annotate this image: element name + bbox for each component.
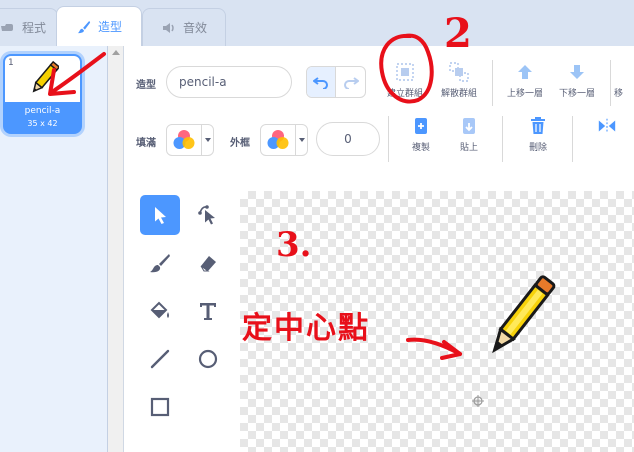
costume-list: 1 pencil-a 35 x 42 [0,46,108,452]
tool-palette [124,181,240,452]
brush-tool-icon [150,254,170,273]
delete-label: 刪除 [528,143,547,153]
reshape-icon [198,205,215,225]
tab-costumes[interactable]: 造型 [56,6,142,46]
costume-card-pencil-a[interactable]: 1 pencil-a 35 x 42 [3,54,82,134]
backward-button[interactable]: 下移一層 [552,62,602,106]
outline-width-input[interactable] [316,122,380,156]
circle-icon [198,349,218,369]
toolbar-divider [388,116,389,162]
toolbar-divider [502,116,503,162]
rectangle-tool-button[interactable] [140,387,180,427]
costume-name: pencil-a [24,106,61,116]
circle-tool-button[interactable] [188,339,228,379]
outline-color-button[interactable] [260,124,308,156]
paint-editor: 造型 建立群組 解散群組 上移一層 [124,46,634,452]
outline-color-swatch [261,125,295,155]
annotation-step-3: 3. [276,225,312,265]
text-tool-button[interactable] [188,291,228,331]
arrow-down-icon [567,62,587,82]
ungroup-button[interactable]: 解散群組 [434,62,484,106]
pencil-thumbnail-icon [32,60,59,93]
tab-sounds-label: 音效 [182,21,207,35]
undo-icon [313,77,328,89]
costume-label: 造型 [136,80,156,91]
forward-label: 上移一層 [506,89,543,99]
copy-label: 複製 [411,143,430,153]
brush-icon [77,20,91,33]
tab-code-label: 程式 [21,21,46,35]
select-tool-button[interactable] [140,195,180,235]
copy-icon [411,116,431,136]
costume-index: 1 [8,58,14,68]
ungroup-icon [449,62,469,82]
toolbar-row-top: 造型 建立群組 解散群組 上移一層 [124,46,634,112]
eraser-tool-button[interactable] [188,243,228,283]
front-button[interactable]: 移 [614,62,634,106]
center-point-icon [472,395,484,407]
scroll-up-icon[interactable] [112,50,120,55]
paint-bucket-icon [150,301,169,319]
paste-button[interactable]: 貼上 [444,116,494,160]
line-icon [150,349,170,369]
group-label: 建立群組 [386,89,423,99]
reshape-tool-button[interactable] [188,195,228,235]
select-arrow-icon [155,207,166,224]
text-t-icon [200,303,216,320]
tab-sounds[interactable]: 音效 [142,8,226,46]
costume-list-scrollbar[interactable] [108,46,124,452]
fill-tool-button[interactable] [140,291,180,331]
annotation-step-2: 2 [444,10,472,57]
eraser-icon [200,256,216,272]
fill-label: 填滿 [136,138,156,149]
redo-icon [343,77,359,89]
editor-tabs: 程式 造型 音效 [0,0,634,46]
toolbar-divider [572,116,573,162]
trash-icon [528,116,548,136]
rectangle-icon [150,397,170,417]
toolbar-row-bottom: 填滿 外框 複製 貼上 [124,112,634,168]
tab-code[interactable]: 程式 [0,8,58,46]
paste-label: 貼上 [459,143,478,153]
front-label: 移 [614,89,624,99]
tab-costumes-label: 造型 [97,20,122,34]
outline-label: 外框 [230,138,250,149]
redo-button[interactable] [336,67,365,97]
chevron-down-icon [201,125,213,155]
costume-thumbnail: 1 [5,56,80,102]
flip-horizontal-icon [597,116,617,136]
fill-color-button[interactable] [166,124,214,156]
flip-horizontal-button[interactable] [582,116,632,160]
backward-label: 下移一層 [558,89,595,99]
toolbar-divider [610,60,611,106]
group-icon [395,62,415,82]
arrow-up-icon [515,62,535,82]
delete-button[interactable]: 刪除 [513,116,563,160]
costume-name-input[interactable] [166,66,292,98]
group-button[interactable]: 建立群組 [380,62,430,106]
ungroup-label: 解散群組 [440,89,477,99]
brush-tool-button[interactable] [140,243,180,283]
fill-color-swatch [167,125,201,155]
undo-redo-group [306,66,366,98]
code-icon [0,23,13,31]
paste-icon [459,116,479,136]
speaker-icon [162,22,174,33]
pencil-sprite[interactable] [468,265,568,375]
chevron-down-icon [295,125,307,155]
costume-size: 35 x 42 [27,119,58,128]
line-tool-button[interactable] [140,339,180,379]
annotation-center-text: 定中心點 [242,311,370,346]
undo-button[interactable] [307,67,337,97]
toolbar-divider [492,60,493,106]
copy-button[interactable]: 複製 [396,116,446,160]
forward-button[interactable]: 上移一層 [500,62,550,106]
